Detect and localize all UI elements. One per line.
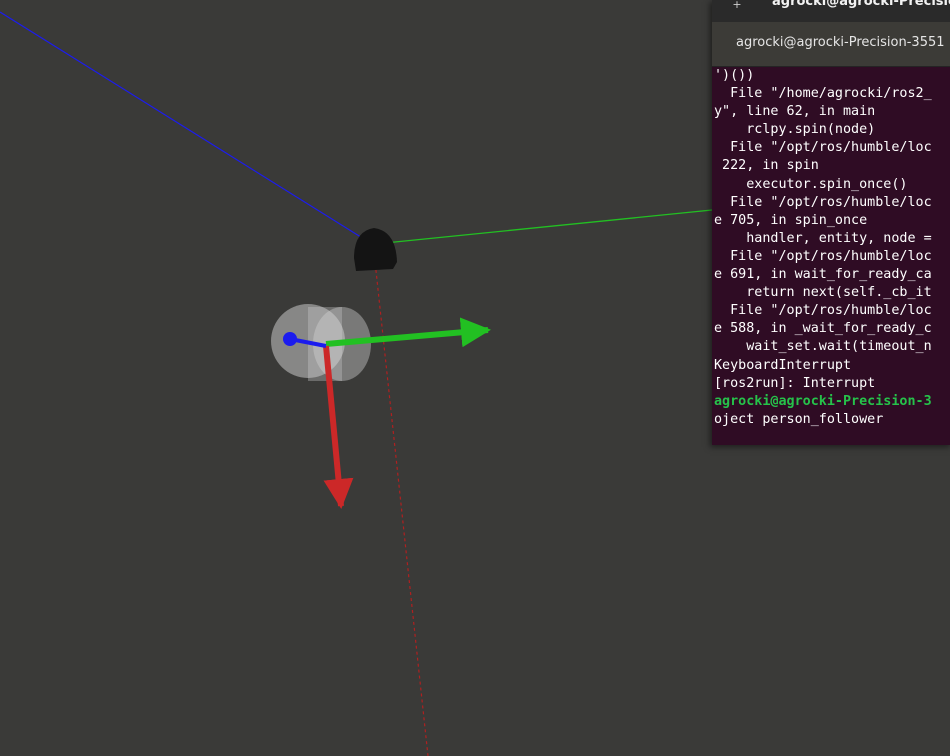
terminal-tab-label: agrocki@agrocki-Precision-3551 <box>736 35 945 50</box>
terminal-window-title: agrocki@agrocki-Precisio <box>772 0 950 9</box>
new-tab-icon[interactable]: + <box>726 0 748 16</box>
terminal-output-line: y", line 62, in main <box>714 104 876 120</box>
terminal-output-line: wait_set.wait(timeout_n <box>714 339 932 355</box>
terminal-output-line: File "/opt/ros/humble/loc <box>714 140 932 156</box>
terminal-prompt-line: agrocki@agrocki-Precision-3 <box>714 393 932 409</box>
robot-z-axis-line <box>0 11 373 245</box>
person-z-axis-tip <box>283 332 297 346</box>
laser-ray-line <box>373 251 429 756</box>
terminal-output-line: File "/opt/ros/humble/loc <box>714 248 932 264</box>
terminal-output-line: rclpy.spin(node) <box>714 122 876 138</box>
robot-body <box>354 228 397 271</box>
terminal-tab[interactable]: agrocki@agrocki-Precision-3551 <box>712 22 950 67</box>
terminal-output-line: executor.spin_once() <box>714 176 908 192</box>
terminal-output-line: [ros2run]: Interrupt <box>714 375 876 391</box>
terminal-output-line: File "/home/agrocki/ros2_ <box>714 86 932 102</box>
terminal-output-line: handler, entity, node = <box>714 230 932 246</box>
robot-y-axis-line <box>384 209 713 244</box>
terminal-window[interactable]: + agrocki@agrocki-Precisio agrocki@agroc… <box>712 0 950 445</box>
terminal-titlebar: + agrocki@agrocki-Precisio <box>712 0 950 22</box>
terminal-output-line: e 705, in spin_once <box>714 212 868 228</box>
terminal-output-line: return next(self._cb_it <box>714 285 932 301</box>
terminal-output-line: oject person_follower <box>714 411 884 427</box>
terminal-output[interactable]: ')()) File "/home/agrocki/ros2_ y", line … <box>714 67 932 429</box>
terminal-output-line: File "/opt/ros/humble/loc <box>714 303 932 319</box>
terminal-output-line: e 691, in wait_for_ready_ca <box>714 267 932 283</box>
terminal-output-line: File "/opt/ros/humble/loc <box>714 194 932 210</box>
terminal-output-line: ')()) <box>714 68 755 83</box>
terminal-output-line: 222, in spin <box>714 158 819 174</box>
terminal-output-line: e 588, in _wait_for_ready_c <box>714 321 932 337</box>
terminal-output-line: KeyboardInterrupt <box>714 357 852 373</box>
